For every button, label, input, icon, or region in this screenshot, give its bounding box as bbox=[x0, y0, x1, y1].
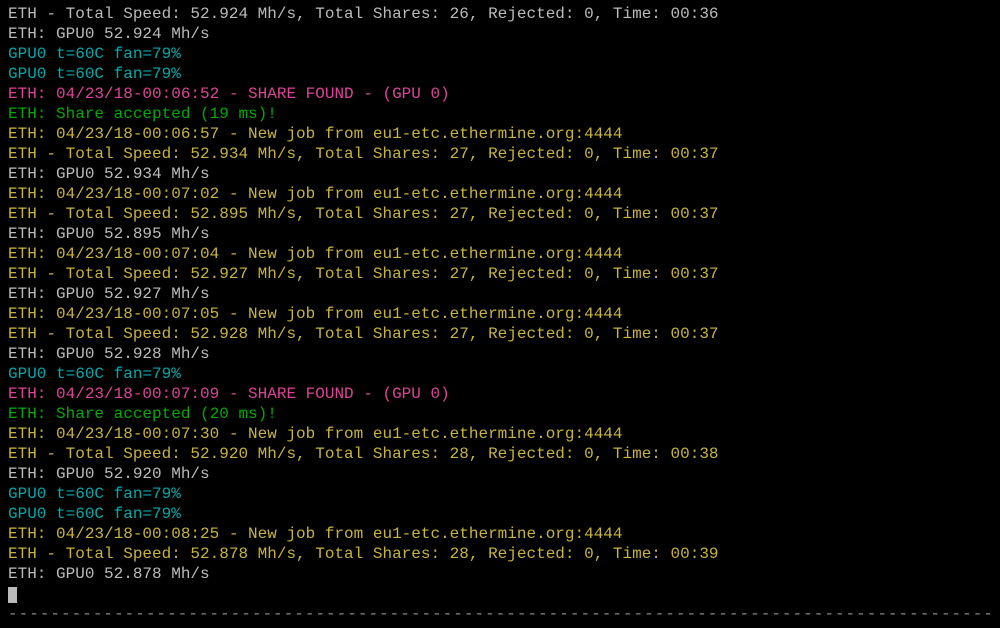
terminal-line: ETH - Total Speed: 52.927 Mh/s, Total Sh… bbox=[8, 264, 992, 284]
terminal-line: ETH: GPU0 52.927 Mh/s bbox=[8, 284, 992, 304]
terminal-line: ETH - Total Speed: 52.934 Mh/s, Total Sh… bbox=[8, 144, 992, 164]
terminal-line: ETH: GPU0 52.924 Mh/s bbox=[8, 24, 992, 44]
terminal-line: ETH - Total Speed: 52.895 Mh/s, Total Sh… bbox=[8, 204, 992, 224]
terminal-line: ETH: GPU0 52.878 Mh/s bbox=[8, 564, 992, 584]
terminal-line: ETH - Total Speed: 52.920 Mh/s, Total Sh… bbox=[8, 444, 992, 464]
terminal-line: ETH - Total Speed: 52.928 Mh/s, Total Sh… bbox=[8, 324, 992, 344]
terminal-line: ETH: 04/23/18-00:07:04 - New job from eu… bbox=[8, 244, 992, 264]
terminal-line: ETH: 04/23/18-00:07:02 - New job from eu… bbox=[8, 184, 992, 204]
terminal-line: GPU0 t=60C fan=79% bbox=[8, 484, 992, 504]
terminal-line: ETH - Total Speed: 52.878 Mh/s, Total Sh… bbox=[8, 544, 992, 564]
cursor-icon bbox=[8, 587, 17, 603]
terminal-line: GPU0 t=60C fan=79% bbox=[8, 44, 992, 64]
terminal-line: ETH: 04/23/18-00:07:30 - New job from eu… bbox=[8, 424, 992, 444]
terminal-line: ETH: 04/23/18-00:06:57 - New job from eu… bbox=[8, 124, 992, 144]
terminal-line: ETH: GPU0 52.934 Mh/s bbox=[8, 164, 992, 184]
terminal-line: GPU0 t=60C fan=79% bbox=[8, 64, 992, 84]
terminal-line: ETH: 04/23/18-00:07:05 - New job from eu… bbox=[8, 304, 992, 324]
terminal-line: ETH: Share accepted (19 ms)! bbox=[8, 104, 992, 124]
terminal-cursor-line[interactable] bbox=[8, 584, 992, 604]
terminal-line: ETH: 04/23/18-00:07:09 - SHARE FOUND - (… bbox=[8, 384, 992, 404]
terminal-line: ETH: 04/23/18-00:08:25 - New job from eu… bbox=[8, 524, 992, 544]
terminal-output: ETH - Total Speed: 52.924 Mh/s, Total Sh… bbox=[8, 4, 992, 624]
terminal-line: ETH: GPU0 52.920 Mh/s bbox=[8, 464, 992, 484]
terminal-line: ETH: 04/23/18-00:06:52 - SHARE FOUND - (… bbox=[8, 84, 992, 104]
terminal-line: ETH: GPU0 52.895 Mh/s bbox=[8, 224, 992, 244]
terminal-line: ETH: Share accepted (20 ms)! bbox=[8, 404, 992, 424]
terminal-line: ETH - Total Speed: 52.924 Mh/s, Total Sh… bbox=[8, 4, 992, 24]
terminal-line: GPU0 t=60C fan=79% bbox=[8, 504, 992, 524]
terminal-line: GPU0 t=60C fan=79% bbox=[8, 364, 992, 384]
separator-line: ----------------------------------------… bbox=[8, 604, 992, 624]
terminal-line: ETH: GPU0 52.928 Mh/s bbox=[8, 344, 992, 364]
